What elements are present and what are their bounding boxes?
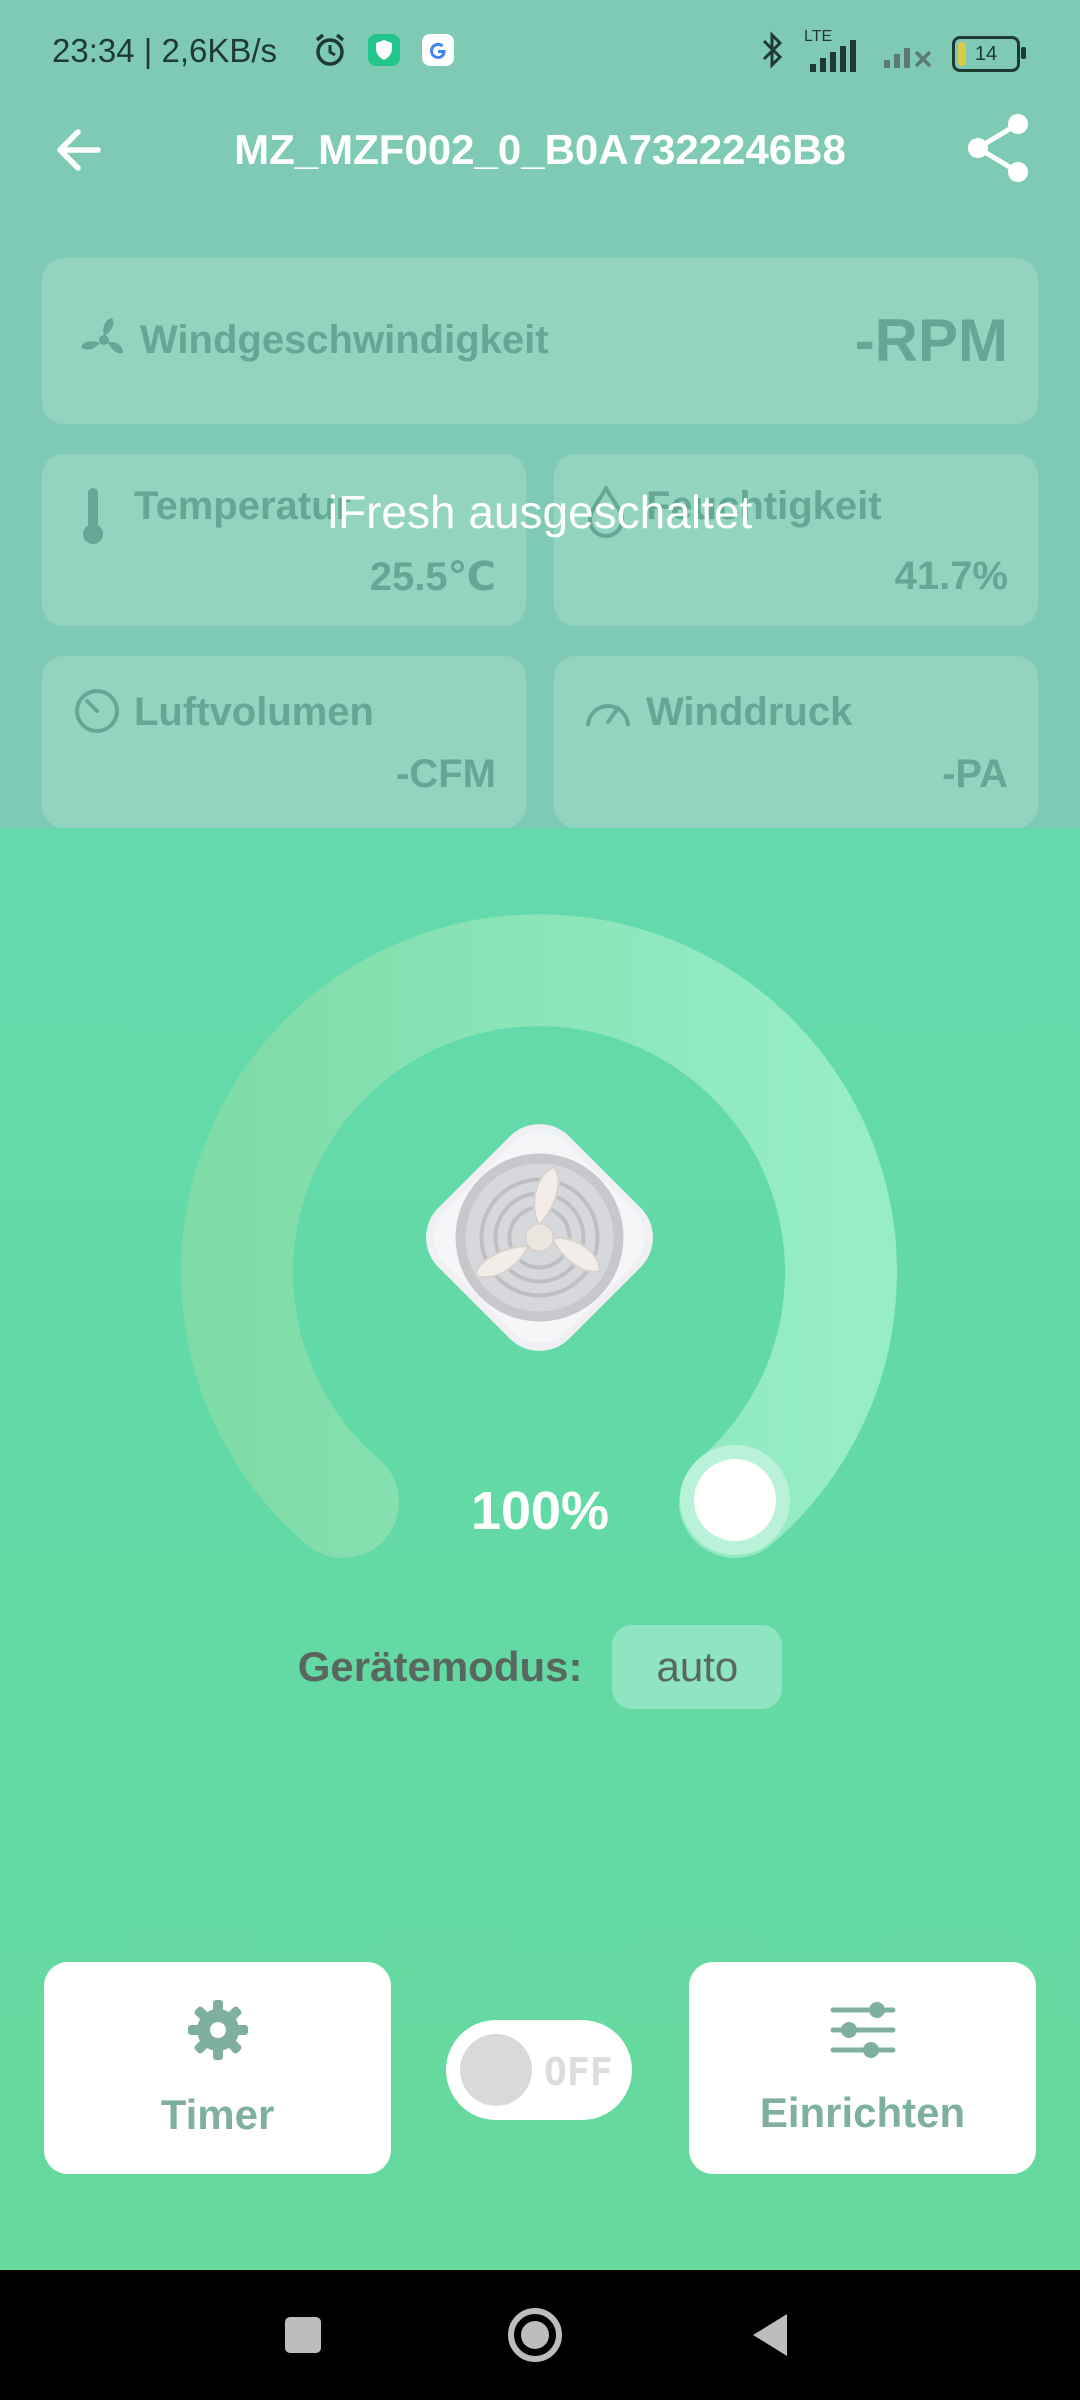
humidity-card: Feuchtigkeit 41.7% [554,454,1038,626]
timer-button-label: Timer [160,2090,275,2138]
app-bar: MZ_MZF002_0_B0A7322246B8 [0,100,1080,200]
device-mode-row: Gerätemodus: auto [0,1625,1080,1709]
battery-icon: 14 [952,36,1026,72]
speedometer-icon [582,686,634,737]
air-volume-card: Luftvolumen -CFM [42,656,526,828]
humidity-value: 41.7% [894,554,1008,598]
temperature-value: 25.5℃ [369,555,496,599]
alarm-icon [310,30,350,70]
notification-icons [310,30,458,70]
signal-no-service-icon [882,30,934,78]
status-right: LTE 14 [760,28,1026,78]
device-mode-chip[interactable]: auto [612,1625,783,1709]
setup-button[interactable]: Einrichten [689,1962,1036,2174]
air-volume-label: Luftvolumen [134,690,374,734]
back-nav-icon[interactable] [735,2300,805,2370]
system-nav-bar [0,2270,1080,2400]
setup-button-label: Einrichten [759,2088,966,2136]
status-time: 23:34 | 2,6KB/s [52,32,278,69]
wind-pressure-value: -PA [942,752,1008,796]
fan-device-image [402,1100,677,1375]
wind-speed-card: Windgeschwindigkeit -RPM [42,258,1038,424]
wind-speed-label: Windgeschwindigkeit [140,318,549,362]
bluetooth-icon [760,31,786,77]
air-volume-value: -CFM [396,752,496,796]
wind-speed-value: -RPM [854,307,1008,374]
share-icon[interactable] [958,108,1038,188]
temperature-card: Temperatur 25.5℃ [42,454,526,626]
gear-icon [186,1998,250,2067]
status-bar: 23:34 | 2,6KB/s LTE 14 [0,0,1080,100]
google-icon [418,30,458,70]
gauge-icon [72,686,122,741]
signal-icon: LTE [804,28,864,74]
recents-icon[interactable] [268,2300,338,2370]
sliders-icon [829,2000,897,2065]
wind-pressure-card: Winddruck -PA [554,656,1038,828]
device-mode-label: Gerätemodus: [297,1643,583,1690]
home-icon[interactable] [500,2300,570,2370]
timer-button[interactable]: Timer [44,1962,391,2174]
wind-pressure-label: Winddruck [646,690,853,734]
device-off-message: iFresh ausgeschaltet [327,486,753,538]
device-title: MZ_MZF002_0_B0A7322246B8 [234,126,846,173]
toggle-knob [460,2034,532,2106]
fan-icon [78,314,130,371]
toggle-label: OFF [544,2050,613,2094]
vpn-shield-icon [364,30,404,70]
device-info-overlay: 23:34 | 2,6KB/s LTE 14 MZ_MZF002_0_B0A73… [0,0,1080,828]
power-toggle[interactable]: OFF [446,2020,632,2120]
speed-percent: 100% [470,1481,610,1541]
